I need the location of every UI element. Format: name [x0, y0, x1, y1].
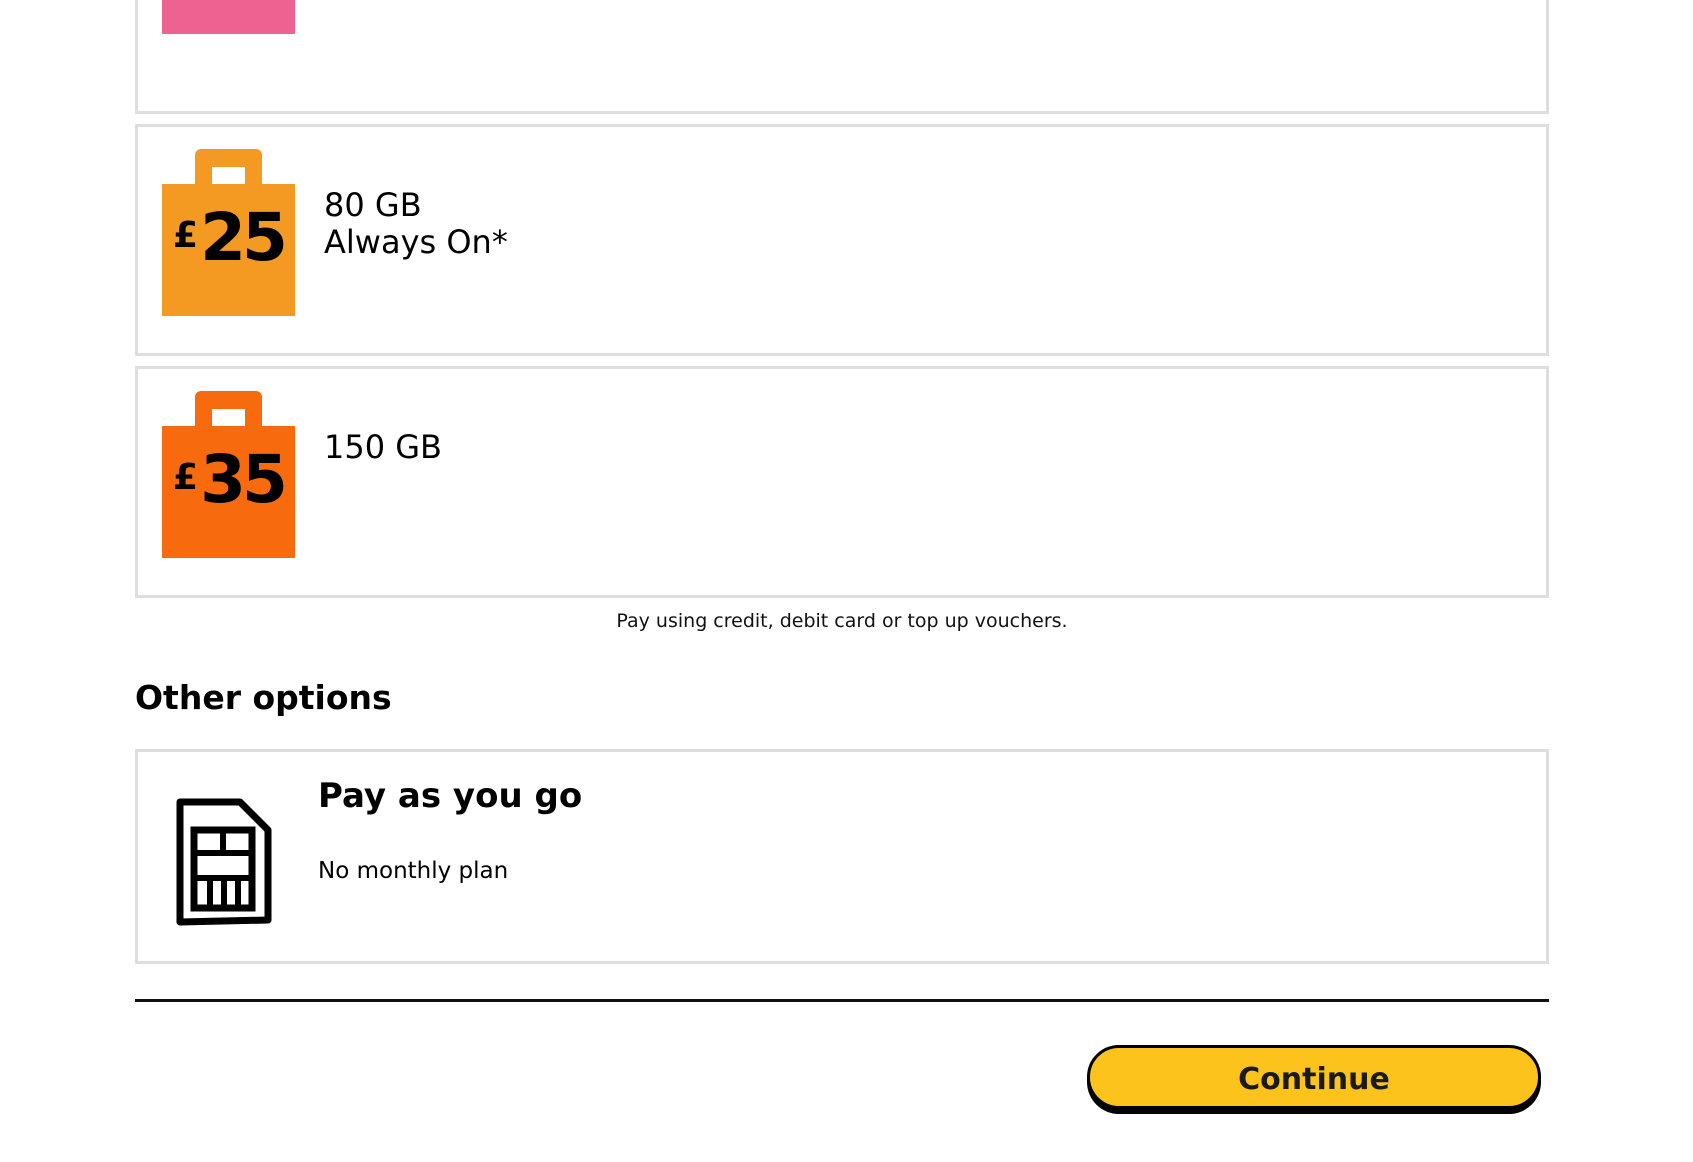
continue-button[interactable]: Continue: [1087, 1045, 1541, 1109]
other-options-heading: Other options: [135, 678, 392, 717]
sim-card-icon: [174, 798, 274, 928]
price-bag-icon: £35: [162, 391, 295, 558]
plan-data-allowance: 80 GB: [324, 186, 422, 224]
bag-handle: [195, 149, 262, 186]
payg-subtitle: No monthly plan: [318, 858, 509, 884]
plan-price: £20: [162, 0, 295, 9]
plan-card-35[interactable]: £35 150 GB: [135, 366, 1549, 598]
plan-price: £35: [162, 447, 295, 513]
payg-title: Pay as you go: [318, 776, 583, 816]
plan-price: £25: [162, 205, 295, 271]
price-value: 25: [200, 199, 288, 276]
price-value: 35: [200, 441, 288, 518]
plan-card-20[interactable]: £20: [135, 0, 1549, 114]
currency-symbol: £: [173, 215, 199, 256]
plan-card-25[interactable]: £25 80 GB Always On*: [135, 124, 1549, 356]
section-divider: [135, 999, 1549, 1002]
bag-handle: [195, 391, 262, 428]
price-bag-icon: £20: [162, 0, 295, 34]
payment-note: Pay using credit, debit card or top up v…: [616, 610, 1068, 632]
plan-details: 150 GB: [324, 429, 442, 466]
plan-data-allowance: 150 GB: [324, 428, 442, 466]
payg-option-card[interactable]: Pay as you go No monthly plan: [135, 749, 1549, 964]
price-bag-icon: £25: [162, 149, 295, 316]
plan-details: 80 GB Always On*: [324, 187, 508, 261]
plan-feature: Always On*: [324, 223, 508, 261]
price-value: 20: [200, 0, 288, 14]
currency-symbol: £: [173, 457, 199, 498]
